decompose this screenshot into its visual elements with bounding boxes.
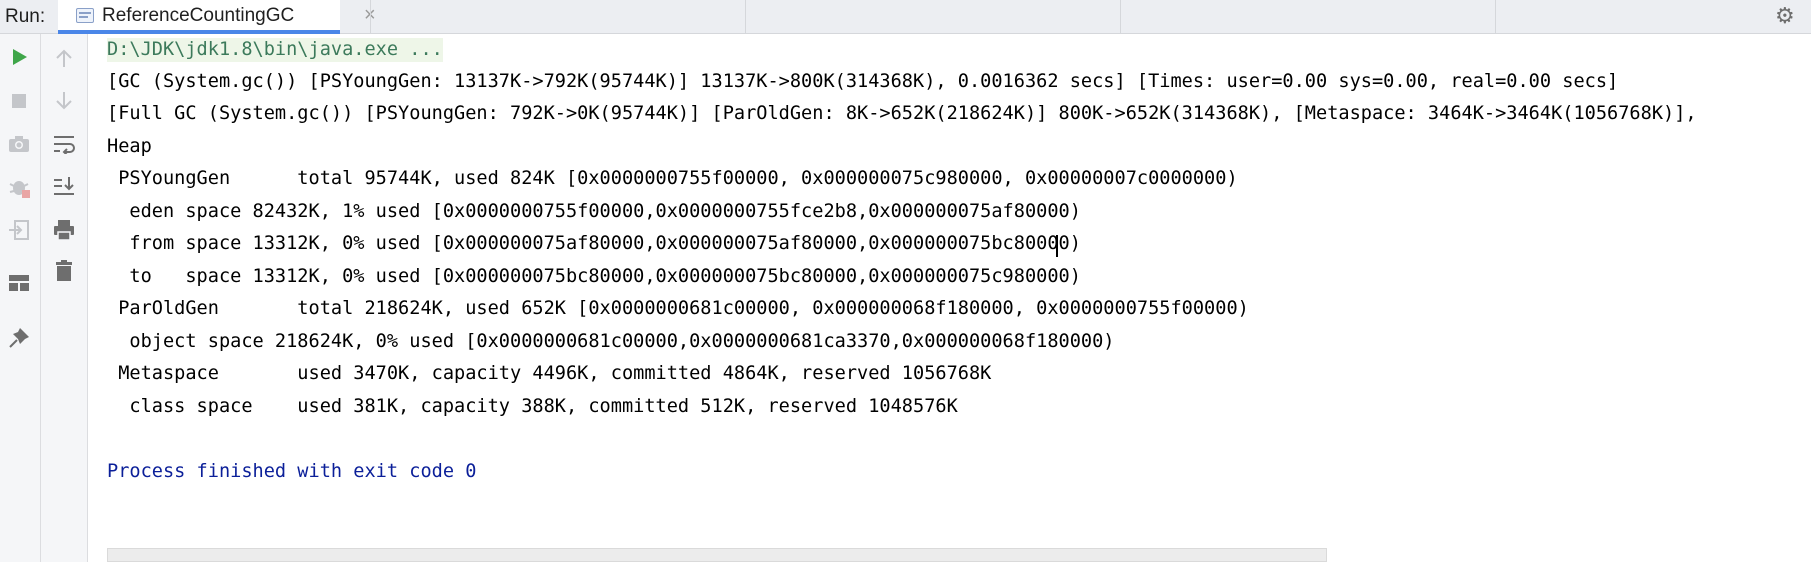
- console-line: eden space 82432K, 1% used [0x0000000755…: [107, 201, 1081, 222]
- toolbar-divider: [40, 34, 41, 562]
- soft-wrap-icon[interactable]: [51, 131, 77, 157]
- layout-icon[interactable]: [6, 270, 32, 296]
- console-line: Heap: [107, 136, 152, 157]
- horizontal-scrollbar[interactable]: [107, 548, 1327, 562]
- console-line: Metaspace used 3470K, capacity 4496K, co…: [107, 363, 992, 384]
- console-output[interactable]: D:\JDK\jdk1.8\bin\java.exe ... [GC (Syst…: [88, 34, 1811, 562]
- text-cursor: [1056, 235, 1058, 257]
- run-tab-bar: Run: ReferenceCountingGC × ⚙: [0, 0, 1811, 34]
- scroll-to-end-icon[interactable]: [51, 174, 77, 200]
- console-line: object space 218624K, 0% used [0x0000000…: [107, 331, 1115, 352]
- tab-divider: [1495, 0, 1496, 34]
- trash-icon[interactable]: [51, 258, 77, 284]
- exit-icon[interactable]: [6, 217, 32, 243]
- pin-icon[interactable]: [6, 325, 32, 351]
- arrow-down-icon[interactable]: [51, 88, 77, 114]
- console-line: class space used 381K, capacity 388K, co…: [107, 396, 958, 417]
- camera-icon[interactable]: [6, 131, 32, 157]
- tab-divider: [1120, 0, 1121, 34]
- play-icon[interactable]: [6, 44, 32, 70]
- process-finished-message: Process finished with exit code 0: [107, 461, 477, 482]
- console-line: [GC (System.gc()) [PSYoungGen: 13137K->7…: [107, 71, 1619, 92]
- arrow-up-icon[interactable]: [51, 45, 77, 71]
- console-line: [Full GC (System.gc()) [PSYoungGen: 792K…: [107, 103, 1697, 124]
- console-line: to space 13312K, 0% used [0x000000075bc8…: [107, 266, 1081, 287]
- bug-icon[interactable]: [6, 174, 32, 200]
- console-line: from space 13312K, 0% used [0x000000075a…: [107, 233, 1081, 254]
- run-label: Run:: [5, 6, 46, 27]
- tab-reference-counting-gc[interactable]: ReferenceCountingGC ×: [58, 0, 376, 34]
- print-icon[interactable]: [51, 217, 77, 243]
- gear-icon[interactable]: ⚙: [1775, 3, 1795, 29]
- tab-title: ReferenceCountingGC: [102, 5, 295, 26]
- console-command-line[interactable]: D:\JDK\jdk1.8\bin\java.exe ...: [107, 38, 443, 62]
- console-line: ParOldGen total 218624K, used 652K [0x00…: [107, 298, 1249, 319]
- tab-divider: [745, 0, 746, 34]
- console-tab-icon: [76, 8, 94, 23]
- tab-divider: [370, 0, 371, 34]
- stop-icon[interactable]: [6, 88, 32, 114]
- console-line: PSYoungGen total 95744K, used 824K [0x00…: [107, 168, 1238, 189]
